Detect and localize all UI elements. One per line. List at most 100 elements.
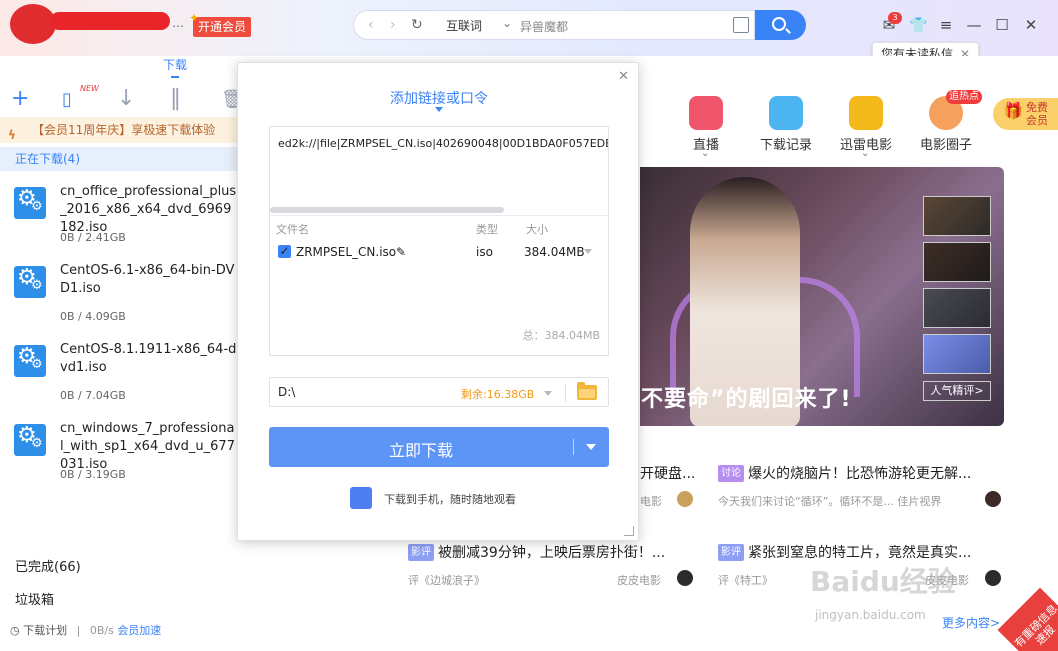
list-item[interactable]: CentOS-6.1-x86_64-bin-DVD1.iso 0B / 4.09… <box>0 260 238 339</box>
news-title: 爆火的烧脑片！比恐怖游轮更无解... <box>748 466 972 482</box>
gear-icon <box>14 423 46 456</box>
list-item[interactable]: cn_office_professional_plus_2016_x86_x64… <box>0 181 238 260</box>
search-bar[interactable]: ‹ › ↻ 互联词 ⌄ 异兽魔都 <box>353 10 755 40</box>
news-title[interactable]: 开硬盘... <box>640 463 718 483</box>
download-to-phone-link[interactable]: 下载到手机，随时随地观看 <box>384 491 516 507</box>
search-button[interactable] <box>755 10 806 40</box>
back-arrow-icon[interactable]: ‹ <box>368 17 374 33</box>
promo-text: 【会员11周年庆】享极速下载体验 <box>32 123 216 137</box>
avatar[interactable] <box>10 4 56 44</box>
free-vip-button[interactable]: 🎁 免费会员 <box>993 98 1058 130</box>
banner-caption[interactable]: 最不要命”的剧回来了! <box>618 381 852 413</box>
download-panel: 下载 + ▯ NEW ↓ ‖ 🗑 ϟ 【会员11周年庆】享极速下载体验 正在下载… <box>0 56 244 651</box>
save-path[interactable]: D:\ <box>278 385 295 399</box>
close-icon[interactable]: ✕ <box>618 69 629 84</box>
item-name: cn_office_professional_plus_2016_x86_x64… <box>60 184 237 235</box>
remaining-space: 剩余:16.38GB <box>461 388 535 401</box>
add-icon[interactable]: + <box>11 86 29 111</box>
news-item[interactable]: 影评 被删减39分钟，上映后票房扑街！... <box>408 542 693 562</box>
dialog-title[interactable]: 添加链接或口令 <box>238 88 640 108</box>
news-item[interactable]: 讨论 爆火的烧脑片！比恐怖游轮更无解... <box>718 463 1003 483</box>
file-size: 384.04MB <box>524 245 585 259</box>
category-live[interactable]: 直播 <box>671 96 741 153</box>
popular-reviews-link[interactable]: 人气精评> <box>923 381 991 401</box>
download-now-button[interactable]: 立即下载 <box>269 427 609 467</box>
list-item[interactable]: CentOS-8.1.1911-x86_64-dvd1.iso 0B / 7.0… <box>0 339 238 418</box>
close-icon[interactable]: ✕ <box>1022 16 1040 34</box>
news-title: 被删减39分钟，上映后票房扑街！... <box>438 545 666 561</box>
item-name: CentOS-6.1-x86_64-bin-DVD1.iso <box>60 263 235 296</box>
item-size: 0B / 3.19GB <box>60 468 126 481</box>
banner-thumb[interactable] <box>923 196 991 236</box>
downloading-header[interactable]: 正在下载(4) <box>0 147 238 171</box>
divider: | <box>76 624 81 637</box>
trash-section[interactable]: 垃圾箱 <box>15 589 54 608</box>
crown-icon: ✦ <box>189 11 200 25</box>
edit-icon[interactable]: ✎ <box>396 245 406 259</box>
link-textarea[interactable]: ed2k://|file|ZRMPSEL_CN.iso|402690048|00… <box>278 137 608 150</box>
list-item[interactable]: cn_windows_7_professional_with_sp1_x64_d… <box>0 418 238 497</box>
download-plan-link[interactable]: 下载计划 <box>23 624 67 637</box>
menu-icon[interactable]: ≡ <box>937 16 955 34</box>
open-vip-button[interactable]: ✦ 开通会员 <box>189 11 252 37</box>
promo-banner[interactable]: ϟ 【会员11周年庆】享极速下载体验 <box>0 117 238 143</box>
horizontal-scrollbar[interactable] <box>270 207 504 213</box>
status-bar: ◷ 下载计划 | 0B/s 会员加速 <box>0 619 238 643</box>
file-checkbox[interactable]: ✓ <box>278 245 291 258</box>
search-input[interactable]: 异兽魔都 <box>520 18 568 35</box>
news-title: 紧张到窒息的特工片，竟然是真实... <box>748 545 972 561</box>
hot-badge: 追热点 <box>946 90 982 104</box>
banner-thumb[interactable] <box>923 242 991 282</box>
save-path-field[interactable]: D:\ 剩余:16.38GB <box>269 377 609 407</box>
news-item[interactable]: 影评 紧张到窒息的特工片，竟然是真实... <box>718 542 1003 562</box>
download-icon[interactable]: ↓ <box>117 86 135 111</box>
tab-download[interactable]: 下载 <box>163 56 187 73</box>
folder-icon[interactable] <box>577 382 597 400</box>
size-caret-icon[interactable] <box>584 249 592 254</box>
new-tag: NEW <box>80 84 99 93</box>
skin-icon[interactable]: 👕 <box>909 16 928 34</box>
chevron-down-icon[interactable]: ⌄ <box>502 16 512 30</box>
file-name: ZRMPSEL_CN.iso <box>296 245 397 259</box>
link-input-area[interactable]: ed2k://|file|ZRMPSEL_CN.iso|402690048|00… <box>269 126 609 356</box>
search-mode-select[interactable]: 互联词 <box>446 17 482 34</box>
news-source: 电影 <box>640 495 662 508</box>
pause-icon[interactable]: ‖ <box>170 86 181 111</box>
avatar[interactable] <box>677 570 693 586</box>
thunder-logo-icon: ϟ <box>8 128 16 142</box>
refresh-icon[interactable]: ↻ <box>411 17 423 33</box>
minimize-icon[interactable]: — <box>965 16 983 34</box>
chevron-down-icon[interactable]: ⌄ <box>701 148 709 159</box>
completed-section[interactable]: 已完成(66) <box>15 556 81 575</box>
avatar[interactable] <box>985 491 1001 507</box>
category-download-history[interactable]: 下载记录 <box>751 96 821 153</box>
title-caret-icon <box>435 107 443 112</box>
category-movie-circle[interactable]: 电影圈子 <box>911 96 981 153</box>
clipboard-icon[interactable] <box>733 17 749 33</box>
avatar[interactable] <box>677 491 693 507</box>
banner-thumb[interactable] <box>923 288 991 328</box>
more-content-link[interactable]: 更多内容> <box>942 614 1000 631</box>
col-size-header: 大小 <box>526 223 548 236</box>
download-now-label: 立即下载 <box>388 441 453 460</box>
col-type-header: 类型 <box>476 223 498 236</box>
accelerate-link[interactable]: 会员加速 <box>117 624 161 637</box>
item-size: 0B / 4.09GB <box>60 310 126 323</box>
mail-badge: 3 <box>888 12 902 24</box>
chevron-down-icon[interactable]: ⌄ <box>861 148 869 159</box>
discuss-tag: 讨论 <box>718 465 744 482</box>
maximize-icon[interactable]: ☐ <box>993 16 1011 34</box>
free-vip-label: 免费会员 <box>1026 101 1048 127</box>
banner-thumb[interactable] <box>923 334 991 374</box>
username-redacted[interactable] <box>50 12 170 30</box>
chevron-down-icon[interactable] <box>586 444 596 450</box>
chevron-down-icon[interactable] <box>544 391 552 396</box>
forward-arrow-icon[interactable]: › <box>390 17 396 33</box>
qr-icon[interactable] <box>350 487 372 509</box>
avatar[interactable] <box>985 570 1001 586</box>
search-icon <box>772 17 786 31</box>
resize-grip-icon[interactable] <box>624 526 634 536</box>
new-device-icon[interactable]: ▯ <box>62 89 72 110</box>
category-thunder-movie[interactable]: 迅雷电影 <box>831 96 901 153</box>
gear-icon <box>14 186 46 219</box>
